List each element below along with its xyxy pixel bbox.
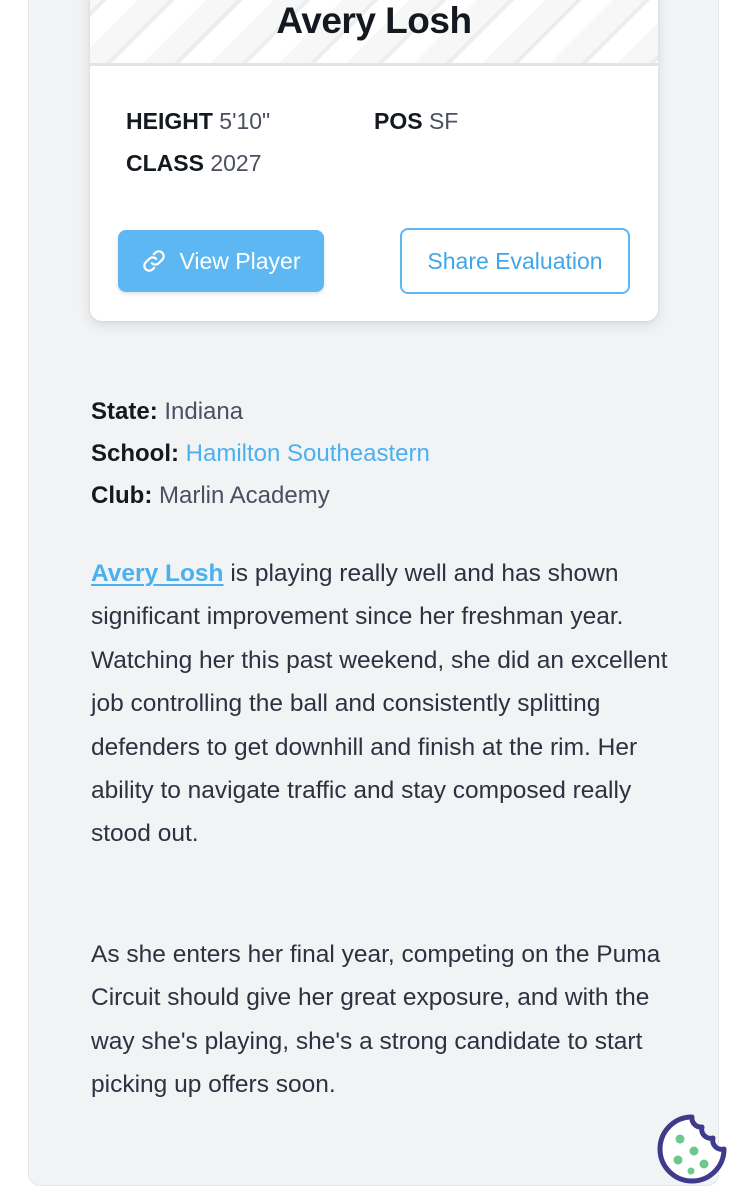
class-value: 2027 — [210, 150, 262, 176]
position-stat: POS SF — [374, 108, 458, 135]
school-link[interactable]: Hamilton Southeastern — [186, 440, 430, 467]
position-label: POS — [374, 108, 423, 134]
state-label: State: — [91, 398, 158, 425]
height-value: 5'10" — [219, 108, 271, 134]
club-line: Club: Marlin Academy — [91, 482, 330, 510]
position-value: SF — [428, 108, 459, 134]
player-name-link[interactable]: Avery Losh — [91, 560, 224, 587]
player-card-header: Avery Losh — [90, 0, 658, 66]
state-value: Indiana — [164, 398, 244, 425]
evaluation-paragraph-1: Avery Losh is playing really well and ha… — [91, 552, 671, 856]
height-stat: HEIGHT 5'10" — [126, 108, 270, 135]
share-evaluation-label: Share Evaluation — [427, 247, 603, 274]
state-line: State: Indiana — [91, 398, 243, 426]
view-player-button[interactable]: View Player — [118, 230, 324, 292]
evaluation-paragraph-2: As she enters her final year, competing … — [91, 941, 661, 1099]
school-line: School: Hamilton Southeastern — [91, 440, 430, 468]
player-card: Avery Losh HEIGHT 5'10" POS SF CLASS 202… — [90, 0, 658, 321]
share-evaluation-button[interactable]: Share Evaluation — [400, 228, 630, 294]
evaluation-paragraph-1-text: is playing really well and has shown sig… — [91, 560, 668, 848]
cookie-settings-button[interactable] — [656, 1113, 728, 1185]
club-value: Marlin Academy — [158, 482, 330, 509]
school-label: School: — [91, 440, 179, 467]
class-label: CLASS — [126, 150, 204, 176]
cookie-icon — [657, 1114, 727, 1184]
player-name: Avery Losh — [276, 0, 472, 41]
view-player-label: View Player — [179, 247, 301, 274]
class-stat: CLASS 2027 — [126, 150, 262, 177]
height-label: HEIGHT — [126, 108, 213, 134]
club-label: Club: — [91, 482, 153, 509]
link-icon — [143, 250, 166, 272]
